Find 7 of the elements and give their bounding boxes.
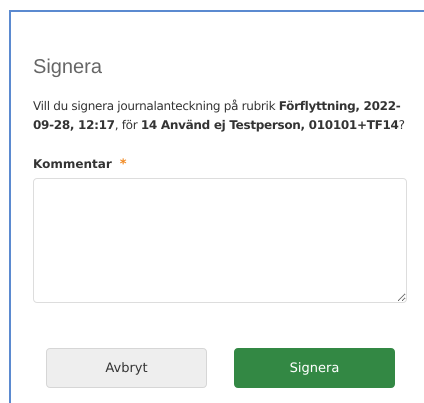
cancel-button[interactable]: Avbryt xyxy=(46,348,207,388)
required-marker: * xyxy=(120,157,127,172)
sign-button[interactable]: Signera xyxy=(234,348,395,388)
comment-field[interactable] xyxy=(33,178,407,303)
confirmation-message: Vill du signera journalanteckning på rubrik Förflyttning, 2022-09-28, 12:17, för 14 Använd ej Testperson, 010101+TF14? xyxy=(33,98,406,134)
comment-label: Kommentar xyxy=(33,157,112,171)
dialog-title: Signera xyxy=(33,56,103,79)
